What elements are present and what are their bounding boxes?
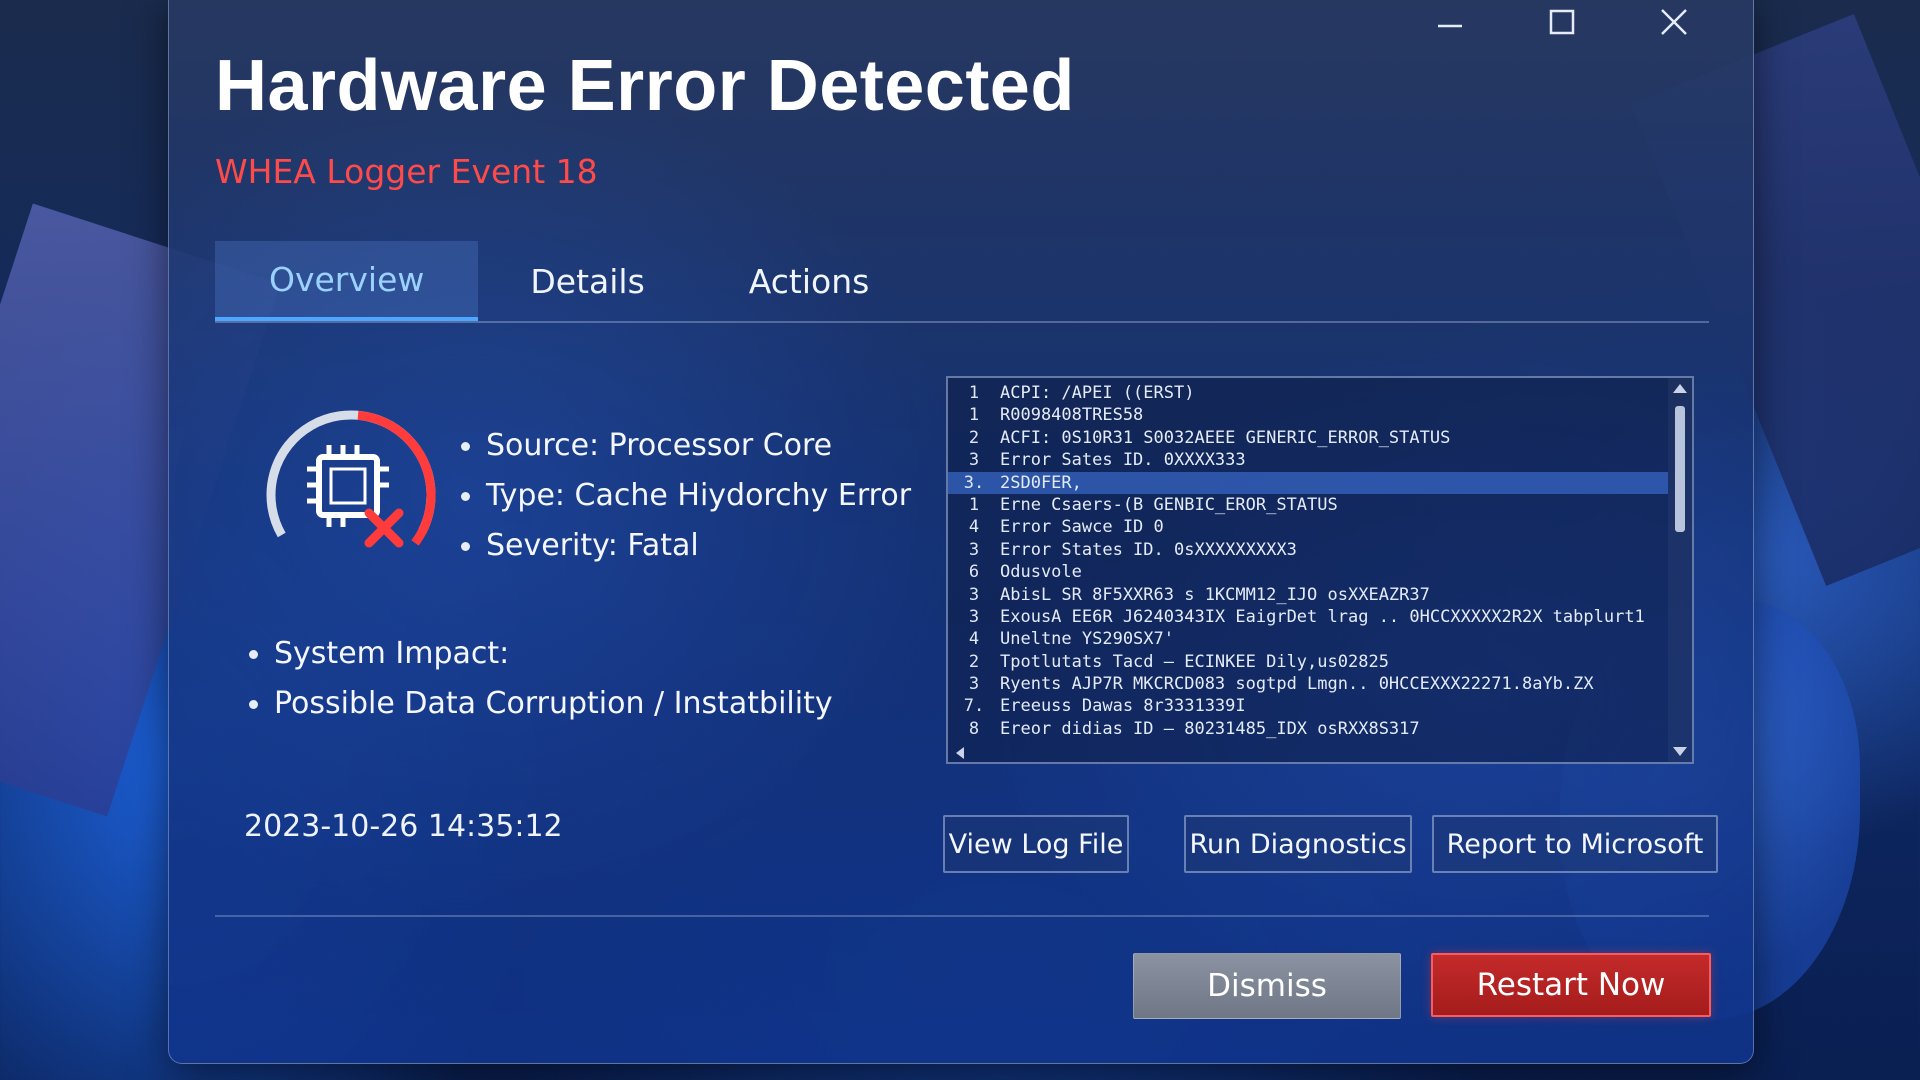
log-line[interactable]: 3. 2SD0FER, xyxy=(948,471,1668,494)
log-line-number: 3 xyxy=(968,539,980,560)
property-type: Type: Cache Hiydorchy Error xyxy=(461,471,911,521)
close-icon xyxy=(1661,9,1687,35)
log-line-number: 2 xyxy=(968,651,980,672)
error-properties: Source: Processor Core Type: Cache Hiydo… xyxy=(461,421,911,571)
bullet-icon xyxy=(461,491,470,501)
run-diagnostics-button[interactable]: Run Diagnostics xyxy=(1184,815,1412,873)
log-horizontal-scrollbar[interactable] xyxy=(948,744,1668,762)
log-line[interactable]: 6 Odusvole xyxy=(948,561,1668,583)
log-line-number: 7. xyxy=(963,696,985,717)
log-line[interactable]: 3 AbisL SR 8F5XXR63 s 1KCMM12_IJO osXXEA… xyxy=(948,584,1668,606)
log-line-number: 2 xyxy=(968,427,980,448)
event-timestamp: 2023-10-26 14:35:12 xyxy=(244,809,563,844)
impact-value: Possible Data Corruption / Instatbility xyxy=(249,679,833,729)
tab-bar: Overview Details Actions xyxy=(215,241,1709,323)
cpu-error-icon xyxy=(266,410,436,580)
log-line[interactable]: 2 Tpotlutats Tacd — ECINKEE Dily,us02825 xyxy=(948,651,1668,673)
log-line-text: Uneltne YS290SX7' xyxy=(1000,629,1174,650)
log-line-number: 3 xyxy=(968,674,980,695)
dialog-title: Hardware Error Detected xyxy=(215,46,1075,126)
log-line-text: Odusvole xyxy=(1000,562,1082,583)
log-line[interactable]: 8 Ereor didias ID — 80231485_IDX osRXX8S… xyxy=(948,718,1668,740)
bullet-icon xyxy=(461,441,470,451)
log-line-text: Ereor didias ID — 80231485_IDX osRXX8S31… xyxy=(1000,718,1420,739)
error-dialog: Hardware Error Detected WHEA Logger Even… xyxy=(168,0,1754,1064)
property-source: Source: Processor Core xyxy=(461,421,911,471)
log-line-number: 8 xyxy=(968,718,980,739)
log-line-text: ACPI: /APEI ((ERST) xyxy=(1000,383,1195,403)
log-line[interactable]: 4 Uneltne YS290SX7' xyxy=(948,628,1668,650)
window-controls xyxy=(1407,1,1717,43)
log-line-number: 1 xyxy=(968,383,980,403)
log-line-text: Ereeuss Dawas 8r3331339I xyxy=(1000,696,1246,717)
log-line-number: 1 xyxy=(968,494,980,515)
log-line[interactable]: 4 Error Sawce ID 0 xyxy=(948,516,1668,538)
bullet-icon xyxy=(249,649,258,659)
report-to-microsoft-button[interactable]: Report to Microsoft xyxy=(1432,815,1718,873)
log-line-text: Ryents AJP7R MKCRCD083 sogtpd Lmgn.. 0HC… xyxy=(1000,674,1594,695)
log-line-number: 3 xyxy=(968,584,980,605)
restart-now-button[interactable]: Restart Now xyxy=(1431,953,1711,1017)
log-line-text: Tpotlutats Tacd — ECINKEE Dily,us02825 xyxy=(1000,651,1389,672)
log-line[interactable]: 1 Erne Csaers-(B GENBIC_EROR_STATUS xyxy=(948,494,1668,516)
log-viewer[interactable]: 1 ACPI: /APEI ((ERST) 1 R0098408TRES58 2 ACF… xyxy=(946,376,1694,764)
log-line[interactable]: 2 ACFI: 0S10R31 S0032AEEE GENERIC_ERROR_… xyxy=(948,427,1668,449)
bullet-icon xyxy=(249,699,258,709)
log-line-text: 2SD0FER, xyxy=(1000,472,1082,493)
log-line[interactable]: 3 Error States ID. 0sXXXXXXXXX3 xyxy=(948,539,1668,561)
tab-actions[interactable]: Actions xyxy=(697,241,922,321)
log-lines: 1 ACPI: /APEI ((ERST) 1 R0098408TRES58 2 ACF… xyxy=(948,382,1668,740)
scroll-down-icon[interactable] xyxy=(1673,747,1687,756)
minimize-icon xyxy=(1438,24,1462,28)
scroll-thumb[interactable] xyxy=(1675,406,1685,532)
footer-divider xyxy=(215,915,1709,917)
maximize-icon xyxy=(1549,9,1575,35)
log-line-number: 3. xyxy=(963,472,985,493)
log-line-text: Error Sawce ID 0 xyxy=(1000,517,1164,538)
event-subtitle: WHEA Logger Event 18 xyxy=(215,152,598,191)
maximize-button[interactable] xyxy=(1519,1,1605,43)
log-line-text: AbisL SR 8F5XXR63 s 1KCMM12_IJO osXXEAZR… xyxy=(1000,584,1430,605)
log-line-text: ExousA EE6R J6240343IX EaigrDet lrag .. … xyxy=(1000,606,1645,627)
tab-overview[interactable]: Overview xyxy=(215,241,479,321)
log-line[interactable]: 3 ExousA EE6R J6240343IX EaigrDet lrag .… xyxy=(948,606,1668,628)
log-line-number: 4 xyxy=(968,629,980,650)
close-button[interactable] xyxy=(1631,1,1717,43)
log-line-text: ACFI: 0S10R31 S0032AEEE GENERIC_ERROR_ST… xyxy=(1000,427,1451,448)
log-line[interactable]: 1 ACPI: /APEI ((ERST) xyxy=(948,382,1668,404)
log-vertical-scrollbar[interactable] xyxy=(1668,378,1692,762)
log-line[interactable]: 7. Ereeuss Dawas 8r3331339I xyxy=(948,695,1668,717)
log-line[interactable]: 3 Ryents AJP7R MKCRCD083 sogtpd Lmgn.. 0… xyxy=(948,673,1668,695)
log-line-text: R0098408TRES58 xyxy=(1000,405,1144,426)
scroll-left-icon[interactable] xyxy=(956,747,964,759)
log-line-number: 1 xyxy=(968,405,980,426)
bullet-icon xyxy=(461,541,470,551)
log-line[interactable]: 3 Error Sates ID. 0XXXX333 xyxy=(948,449,1668,471)
system-impact: System Impact: Possible Data Corruption … xyxy=(249,629,833,729)
property-severity: Severity: Fatal xyxy=(461,521,911,571)
log-line-text: Error Sates ID. 0XXXX333 xyxy=(1000,450,1246,471)
log-line-number: 6 xyxy=(968,562,980,583)
log-line-text: Erne Csaers-(B GENBIC_EROR_STATUS xyxy=(1000,494,1338,515)
tab-details[interactable]: Details xyxy=(478,241,696,321)
impact-label: System Impact: xyxy=(249,629,833,679)
log-line-number: 4 xyxy=(968,517,980,538)
minimize-button[interactable] xyxy=(1407,1,1493,43)
dismiss-button[interactable]: Dismiss xyxy=(1133,953,1401,1019)
scroll-up-icon[interactable] xyxy=(1673,384,1687,393)
log-line-text: Error States ID. 0sXXXXXXXXX3 xyxy=(1000,539,1297,560)
log-line-number: 3 xyxy=(968,450,980,471)
log-line[interactable]: 1 R0098408TRES58 xyxy=(948,404,1668,426)
log-line-number: 3 xyxy=(968,606,980,627)
view-log-file-button[interactable]: View Log File xyxy=(943,815,1129,873)
